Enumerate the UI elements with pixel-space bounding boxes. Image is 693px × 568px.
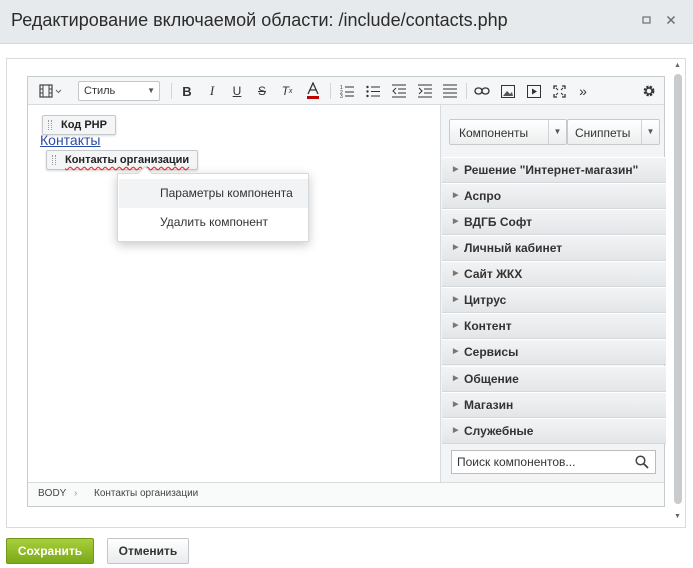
dialog-scrollbar[interactable]: ▲ ▼: [672, 62, 683, 526]
chevron-right-icon: ▶: [453, 427, 459, 434]
category-services[interactable]: ▶ Сервисы: [442, 339, 666, 365]
category-label: Магазин: [464, 398, 514, 412]
underline-icon[interactable]: U: [228, 81, 246, 101]
scrollbar-thumb[interactable]: [674, 74, 682, 504]
fullscreen-icon[interactable]: [550, 81, 568, 101]
chevron-right-icon: ▶: [453, 375, 459, 382]
minimize-icon[interactable]: [640, 14, 654, 28]
path-separator-icon: ›: [74, 488, 78, 499]
chevron-right-icon: ▶: [453, 296, 459, 303]
chevron-down-icon: ▼: [147, 86, 155, 95]
component-context-menu: Параметры компонента Удалить компонент: [117, 165, 309, 242]
svg-text:3: 3: [340, 94, 343, 98]
components-panel: Компоненты ▼ Сниппеты ▼ ▶ Решение "Интерн…: [440, 105, 666, 482]
path-root[interactable]: BODY: [38, 488, 66, 499]
outdent-icon[interactable]: [390, 81, 408, 101]
chevron-right-icon: ▶: [453, 348, 459, 355]
chevron-right-icon: ▶: [453, 244, 459, 251]
drag-handle-icon: [48, 120, 52, 130]
category-aspro[interactable]: ▶ Аспро: [442, 183, 666, 209]
editor-toolbar: Стиль ▼ B I U S Tx 123 »: [28, 77, 664, 105]
category-service[interactable]: ▶ Служебные: [442, 418, 666, 444]
source-view-icon[interactable]: [38, 81, 64, 101]
category-zhkh-site[interactable]: ▶ Сайт ЖКХ: [442, 261, 666, 287]
drag-handle-icon: [52, 155, 56, 165]
menu-item-component-params[interactable]: Параметры компонента: [119, 179, 308, 208]
chevron-down-icon: ▼: [548, 120, 566, 144]
snippets-button[interactable]: Сниппеты ▼: [567, 119, 660, 145]
scroll-down-icon[interactable]: ▼: [674, 513, 681, 520]
italic-icon[interactable]: I: [203, 81, 221, 101]
category-label: Общение: [464, 372, 519, 386]
indent-icon[interactable]: [416, 81, 434, 101]
remove-format-icon[interactable]: Tx: [278, 81, 296, 101]
category-internet-shop[interactable]: ▶ Решение "Интернет-магазин": [442, 157, 666, 183]
editor-content-area[interactable]: Код PHP Контакты Контакты организации Па…: [28, 105, 440, 482]
chevron-down-icon: ▼: [641, 120, 659, 144]
ordered-list-icon[interactable]: 123: [338, 81, 356, 101]
dialog-title: Редактирование включаемой области: /incl…: [11, 10, 508, 30]
bold-icon[interactable]: B: [178, 81, 196, 101]
component-search-input[interactable]: [452, 451, 630, 473]
style-select[interactable]: Стиль ▼: [78, 81, 160, 101]
category-label: Контент: [464, 319, 512, 333]
category-label: Служебные: [464, 424, 534, 438]
category-content[interactable]: ▶ Контент: [442, 313, 666, 339]
close-icon[interactable]: [664, 14, 678, 28]
image-icon[interactable]: [499, 81, 517, 101]
style-select-value: Стиль: [84, 85, 116, 97]
chevron-right-icon: ▶: [453, 218, 459, 225]
chevron-right-icon: ▶: [453, 192, 459, 199]
chevron-right-icon: ▶: [453, 401, 459, 408]
category-label: Сервисы: [464, 345, 519, 359]
category-citrus[interactable]: ▶ Цитрус: [442, 287, 666, 313]
components-button[interactable]: Компоненты ▼: [449, 119, 567, 145]
unordered-list-icon[interactable]: [364, 81, 382, 101]
components-button-label: Компоненты: [459, 126, 529, 140]
category-shop[interactable]: ▶ Магазин: [442, 392, 666, 418]
contacts-link[interactable]: Контакты: [40, 132, 100, 148]
video-icon[interactable]: [525, 81, 543, 101]
settings-icon[interactable]: [640, 81, 658, 101]
component-chip[interactable]: Контакты организации: [46, 150, 199, 170]
cancel-button[interactable]: Отменить: [107, 538, 189, 564]
chevron-right-icon: ▶: [453, 166, 459, 173]
text-color-icon[interactable]: [304, 81, 322, 101]
html-editor: Стиль ▼ B I U S Tx 123 » Код PHP Контакт…: [27, 76, 666, 507]
category-label: Аспро: [464, 189, 502, 203]
component-chip-label: Контакты организации: [65, 154, 190, 166]
toolbar-divider: [466, 83, 467, 99]
category-label: Решение "Интернет-магазин": [464, 163, 639, 177]
toolbar-divider: [171, 83, 172, 99]
search-icon[interactable]: [635, 455, 649, 469]
category-label: Сайт ЖКХ: [464, 267, 523, 281]
editor-statusbar: BODY › Контакты организации: [28, 482, 664, 506]
category-personal-account[interactable]: ▶ Личный кабинет: [442, 235, 666, 261]
chevron-right-icon: ▶: [453, 270, 459, 277]
save-button[interactable]: Сохранить: [6, 538, 94, 564]
toolbar-divider: [330, 83, 331, 99]
menu-item-delete-component[interactable]: Удалить компонент: [119, 208, 308, 237]
link-icon[interactable]: [473, 81, 491, 101]
category-communication[interactable]: ▶ Общение: [442, 366, 666, 392]
scroll-up-icon[interactable]: ▲: [674, 62, 681, 69]
chevron-right-icon: ▶: [453, 322, 459, 329]
more-icon[interactable]: »: [575, 81, 591, 101]
category-label: ВДГБ Софт: [464, 215, 533, 229]
php-code-chip-label: Код PHP: [61, 119, 107, 131]
snippets-button-label: Сниппеты: [575, 126, 631, 140]
path-item[interactable]: Контакты организации: [94, 488, 198, 499]
category-vdgb-soft[interactable]: ▶ ВДГБ Софт: [442, 209, 666, 235]
dialog-titlebar: Редактирование включаемой области: /incl…: [0, 0, 693, 44]
category-label: Цитрус: [464, 293, 507, 307]
category-label: Личный кабинет: [464, 241, 563, 255]
strikethrough-icon[interactable]: S: [253, 81, 271, 101]
component-search[interactable]: [451, 450, 656, 474]
align-icon[interactable]: [441, 81, 459, 101]
